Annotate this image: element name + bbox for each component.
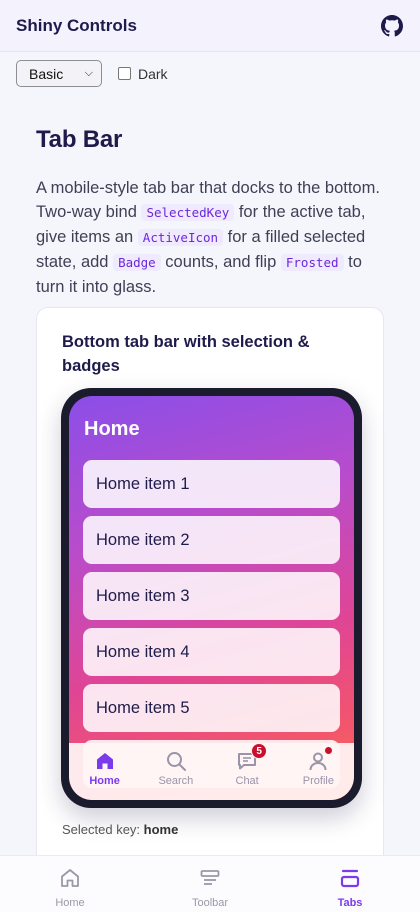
list-item[interactable]: Home item 1 — [83, 460, 340, 508]
tab-chat[interactable]: 5 Chat — [215, 743, 279, 787]
list-item[interactable]: Home item 5 — [83, 684, 340, 732]
chevron-down-icon: ⌵ — [84, 67, 93, 79]
dark-toggle[interactable]: Dark — [118, 66, 168, 82]
search-icon — [164, 749, 188, 773]
theme-select-value: Basic — [29, 65, 64, 82]
github-icon[interactable] — [380, 14, 404, 38]
demo-tab-bar: Home Search 5 Chat Profile — [69, 743, 354, 800]
nav-label: Home — [55, 897, 85, 909]
phone-frame: Home Home item 1 Home item 2 Home item 3… — [61, 388, 362, 808]
desc-text: counts, and flip — [160, 253, 281, 271]
demo-card: Bottom tab bar with selection & badges H… — [36, 307, 384, 912]
bottom-nav: Home Toolbar Tabs — [0, 855, 420, 912]
tab-label: Profile — [302, 775, 334, 787]
toolbar-icon — [198, 866, 222, 893]
dark-checkbox[interactable] — [118, 67, 131, 80]
controls-row: Basic ⌵ Dark — [16, 60, 168, 87]
list-item[interactable]: Home item 2 — [83, 516, 340, 564]
code-frosted: Frosted — [280, 254, 344, 271]
home-icon — [58, 866, 82, 893]
app-title: Shiny Controls — [16, 15, 137, 35]
selected-key-label: Selected key: — [62, 822, 141, 837]
theme-select[interactable]: Basic ⌵ — [16, 60, 102, 87]
selected-key-value: home — [143, 822, 179, 837]
list-item[interactable]: Home item 3 — [83, 572, 340, 620]
nav-tabs[interactable]: Tabs — [295, 866, 405, 909]
phone-screen: Home Home item 1 Home item 2 Home item 3… — [69, 396, 354, 800]
screen-title: Home — [84, 418, 140, 440]
tab-search[interactable]: Search — [144, 749, 208, 787]
code-badge: Badge — [113, 254, 161, 271]
nav-label: Toolbar — [191, 897, 229, 909]
profile-icon — [306, 746, 334, 773]
page-title: Tab Bar — [36, 126, 123, 153]
code-selectedkey: SelectedKey — [141, 204, 235, 221]
tab-home[interactable]: Home — [73, 749, 137, 787]
section: Tab Bar A mobile-style tab bar that dock… — [36, 126, 384, 299]
dark-label: Dark — [138, 65, 168, 82]
nav-toolbar[interactable]: Toolbar — [155, 866, 265, 909]
tab-profile[interactable]: Profile — [286, 746, 350, 787]
top-app-bar: Shiny Controls — [0, 0, 420, 52]
chat-badge: 5 — [251, 743, 268, 759]
tab-label: Search — [158, 775, 194, 787]
home-icon — [93, 749, 117, 773]
tab-label: Chat — [235, 775, 259, 787]
list-item[interactable]: Home item 4 — [83, 628, 340, 676]
tabs-icon — [338, 866, 362, 893]
profile-dot-badge — [324, 746, 334, 755]
code-activeicon: ActiveIcon — [137, 229, 224, 246]
tab-label: Home — [89, 775, 120, 787]
nav-label: Tabs — [337, 897, 363, 909]
nav-home[interactable]: Home — [15, 866, 125, 909]
chat-icon: 5 — [235, 743, 268, 773]
section-description: A mobile-style tab bar that docks to the… — [36, 176, 384, 299]
selected-key-readout: Selected key: home — [62, 822, 178, 837]
card-title: Bottom tab bar with selection & badges — [62, 333, 310, 375]
